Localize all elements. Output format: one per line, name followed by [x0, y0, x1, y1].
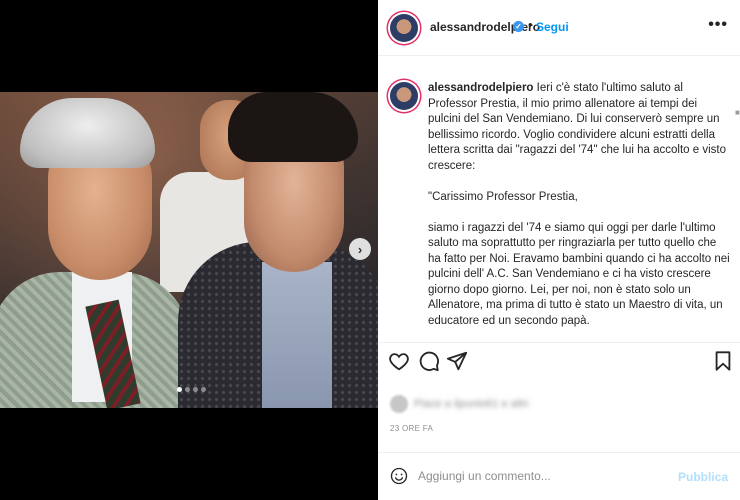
post-media: › [0, 0, 378, 500]
young-man-shirt [262, 262, 332, 408]
likes-text: Piace a ilpunto61 e altri [414, 398, 529, 410]
emoji-icon[interactable] [390, 467, 408, 485]
carousel-dots [177, 387, 206, 392]
carousel-dot [201, 387, 206, 392]
caption-avatar[interactable] [390, 82, 418, 110]
divider [378, 342, 740, 343]
comment-input[interactable] [418, 465, 678, 487]
post-caption: alessandrodelpiero Ieri c'è stato l'ulti… [428, 81, 730, 329]
post-header: alessandrodelpiero ✓ • Segui ••• [378, 0, 740, 56]
more-icon[interactable]: ••• [708, 16, 728, 34]
caption-paragraph-1: Ieri c'è stato l'ultimo saluto al Profes… [428, 82, 727, 172]
follow-button[interactable]: Segui [536, 20, 569, 34]
publish-button[interactable]: Pubblica [678, 470, 728, 484]
chevron-right-icon: › [357, 241, 363, 257]
caption-username[interactable]: alessandrodelpiero [428, 82, 533, 94]
post-photo[interactable] [0, 92, 378, 408]
scroll-indicator: ■ [735, 108, 740, 117]
bookmark-icon[interactable] [712, 350, 734, 372]
post-actions [378, 350, 740, 380]
verified-icon: ✓ [513, 21, 524, 32]
carousel-next-button[interactable]: › [349, 238, 371, 260]
older-man-hair [20, 98, 155, 168]
avatar[interactable] [390, 14, 418, 42]
liker-avatar [390, 395, 408, 413]
comment-icon[interactable] [418, 350, 440, 372]
carousel-dot [193, 387, 198, 392]
caption-paragraph-3: siamo i ragazzi del '74 e siamo qui oggi… [428, 221, 730, 327]
caption-paragraph-2: "Carissimo Professor Prestia, [428, 190, 578, 203]
likes-summary[interactable]: Piace a ilpunto61 e altri [390, 395, 528, 413]
share-icon[interactable] [446, 350, 468, 372]
post-timestamp[interactable]: 23 ORE FA [390, 424, 433, 433]
post-side-panel: alessandrodelpiero ✓ • Segui ••• alessan… [378, 0, 740, 500]
comment-bar: Pubblica [378, 452, 740, 500]
young-man-hair [228, 92, 358, 162]
carousel-dot [185, 387, 190, 392]
separator-dot: • [528, 17, 533, 32]
carousel-dot [177, 387, 182, 392]
heart-icon[interactable] [388, 350, 410, 372]
